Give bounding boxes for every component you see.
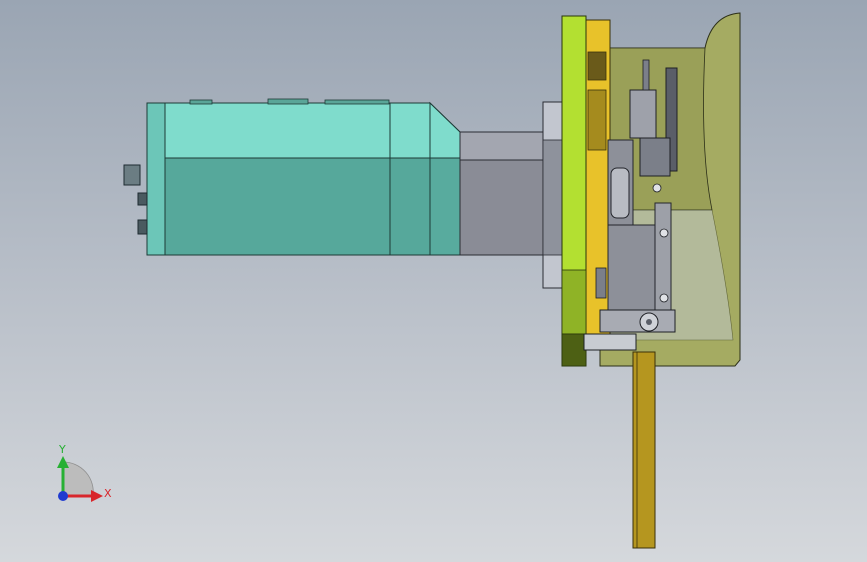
plate-slot <box>587 51 607 81</box>
motor-terminal <box>267 98 309 105</box>
x-axis-arrow <box>91 490 103 502</box>
lever-block <box>639 137 671 177</box>
screw <box>642 59 650 91</box>
y-axis-label: Y <box>58 443 66 456</box>
motor-terminal <box>189 99 213 105</box>
rear-bolt <box>137 192 148 206</box>
screw <box>595 267 607 299</box>
x-axis-label: X <box>104 487 112 500</box>
rear-bolt <box>123 164 141 186</box>
cad-graphics-viewport[interactable]: Y X <box>0 0 867 562</box>
motor-flange[interactable] <box>561 15 587 367</box>
lever-block <box>629 89 657 139</box>
motor-terminal <box>324 99 390 105</box>
bolt-head <box>652 183 662 193</box>
reference-triad[interactable]: Y X <box>57 443 112 502</box>
motor-taper-top <box>429 101 461 159</box>
pivot-knob <box>646 319 652 325</box>
base-plate <box>583 333 637 351</box>
flange-shade <box>561 269 587 335</box>
cad-model-canvas[interactable]: Y X <box>0 0 867 562</box>
plate-slot <box>587 89 607 151</box>
rail-bar <box>632 351 656 549</box>
base-bar <box>599 309 676 333</box>
motor-end-cap <box>146 102 168 256</box>
vertical-rail[interactable] <box>632 351 656 549</box>
bolt-head <box>659 293 669 303</box>
gearbox-collar-shade <box>542 139 564 256</box>
gearbox-highlight <box>459 131 544 161</box>
z-axis-dot <box>58 491 68 501</box>
rear-bolt <box>137 219 148 235</box>
motor-assembly[interactable] <box>123 98 461 256</box>
flange-foot <box>561 333 587 367</box>
gearbox-assembly[interactable] <box>459 101 564 289</box>
bolt-head <box>659 228 669 238</box>
roller <box>610 167 630 219</box>
